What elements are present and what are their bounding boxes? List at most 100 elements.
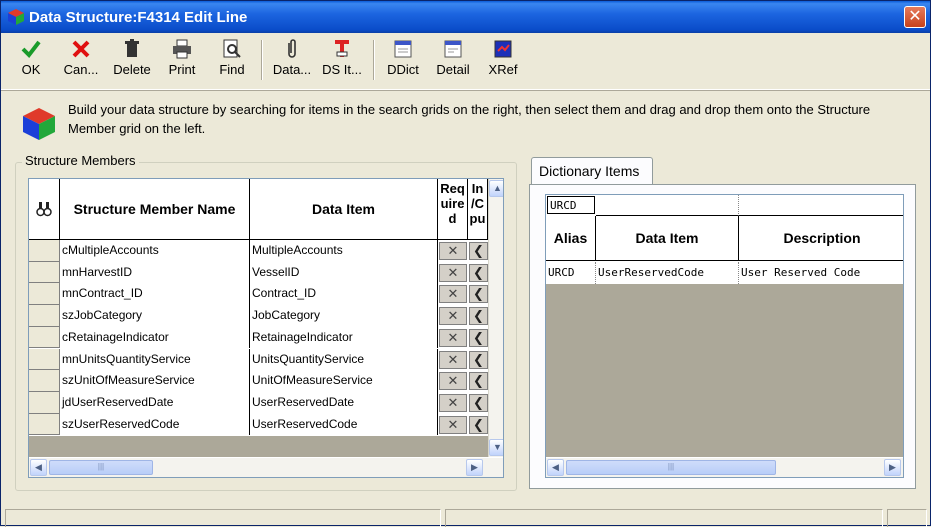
data-item-cell[interactable]: UnitOfMeasureService — [250, 370, 438, 392]
paperclip-icon — [288, 39, 296, 58]
member-name-cell[interactable]: mnContract_ID — [60, 283, 250, 306]
data-item-header[interactable]: Data Item — [250, 179, 438, 240]
row-selector[interactable] — [29, 283, 60, 306]
member-name-cell[interactable]: mnHarvestID — [60, 261, 250, 284]
dictionary-items-hscroll[interactable]: ◀ ||| ▶ — [546, 458, 903, 477]
scroll-up-icon[interactable]: ▲ — [489, 180, 503, 197]
cancel-x-icon — [72, 40, 90, 58]
print-button[interactable]: Print — [163, 38, 201, 84]
scroll-thumb[interactable]: ||| — [49, 460, 153, 475]
io-toggle-icon[interactable]: ❮ — [469, 263, 488, 282]
ddict-button[interactable]: DDict — [383, 38, 423, 84]
dict-item-cell[interactable]: UserReservedCode — [596, 262, 739, 284]
data-item-cell[interactable]: UserReservedDate — [250, 391, 438, 414]
member-name-cell[interactable]: szUserReservedCode — [60, 413, 250, 436]
column-chooser-header[interactable] — [29, 179, 60, 240]
io-header[interactable]: In /C pu — [468, 179, 488, 240]
alias-header[interactable]: Alias — [546, 216, 596, 261]
required-checkbox[interactable]: ✕ — [439, 372, 467, 391]
detail-button[interactable]: Detail — [433, 38, 473, 84]
scroll-left-icon[interactable]: ◀ — [547, 459, 564, 476]
item-search-cell[interactable] — [596, 195, 739, 216]
member-name-cell[interactable]: szJobCategory — [60, 305, 250, 327]
member-name-cell[interactable]: szUnitOfMeasureService — [60, 370, 250, 392]
member-name-cell[interactable]: mnUnitsQuantityService — [60, 348, 250, 371]
ds-item-button[interactable]: DS It... — [319, 38, 365, 84]
window-title: Data Structure:F4314 Edit Line — [29, 9, 248, 26]
description-search-cell[interactable] — [739, 195, 903, 216]
delete-button[interactable]: Delete — [109, 38, 155, 84]
member-name-cell[interactable]: jdUserReservedDate — [60, 391, 250, 414]
tab-dictionary-items[interactable]: Dictionary Items — [531, 157, 653, 185]
io-toggle-icon[interactable]: ❮ — [469, 393, 488, 412]
required-checkbox[interactable]: ✕ — [439, 328, 467, 347]
row-selector[interactable] — [29, 261, 60, 284]
required-checkbox[interactable]: ✕ — [439, 415, 467, 434]
data-item-cell[interactable]: RetainageIndicator — [250, 326, 438, 349]
cancel-button[interactable]: Can... — [59, 38, 103, 84]
scroll-down-icon[interactable]: ▼ — [489, 439, 503, 456]
ok-button[interactable]: OK — [13, 38, 49, 84]
required-header[interactable]: Req uire d — [438, 179, 468, 240]
data-structure-cube-icon — [23, 108, 55, 140]
row-selector[interactable] — [29, 326, 60, 349]
dictionary-items-grid: Alias Data Item Description URCDUserRese… — [545, 194, 904, 478]
required-checkbox[interactable]: ✕ — [439, 242, 467, 260]
io-toggle-icon[interactable]: ❮ — [469, 328, 488, 347]
io-toggle-icon[interactable]: ❮ — [469, 242, 488, 260]
row-selector[interactable] — [29, 391, 60, 414]
io-toggle-icon[interactable]: ❮ — [469, 350, 488, 369]
dict-alias-cell[interactable]: URCD — [546, 262, 596, 284]
find-icon — [223, 39, 241, 58]
row-selector[interactable] — [29, 240, 60, 262]
data-item-cell[interactable]: MultipleAccounts — [250, 240, 438, 262]
io-toggle-icon[interactable]: ❮ — [469, 415, 488, 434]
data-button[interactable]: Data... — [269, 38, 315, 84]
data-item-cell[interactable]: UserReservedCode — [250, 413, 438, 436]
ok-label: OK — [21, 62, 41, 77]
structure-members-hscroll[interactable]: ◀ ||| ▶ — [29, 458, 503, 477]
row-selector[interactable] — [29, 348, 60, 371]
required-checkbox[interactable]: ✕ — [439, 393, 467, 412]
find-label: Find — [219, 62, 245, 77]
scroll-right-icon[interactable]: ▶ — [466, 459, 483, 476]
member-name-cell[interactable]: cRetainageIndicator — [60, 326, 250, 349]
row-selector[interactable] — [29, 370, 60, 392]
checkmark-icon — [21, 40, 41, 59]
find-button[interactable]: Find — [213, 38, 251, 84]
required-checkbox[interactable]: ✕ — [439, 350, 467, 369]
grid-empty-area — [29, 436, 488, 457]
description-header[interactable]: Description — [739, 216, 903, 261]
io-toggle-icon[interactable]: ❮ — [469, 307, 488, 326]
structure-members-vscroll[interactable]: ▲ ▼ — [488, 179, 503, 457]
toolbar-separator — [373, 40, 375, 80]
required-checkbox[interactable]: ✕ — [439, 263, 467, 282]
printer-icon — [173, 39, 191, 59]
alias-search-input[interactable] — [547, 196, 595, 214]
dict-data-item-header[interactable]: Data Item — [596, 216, 739, 261]
xref-icon — [494, 40, 512, 58]
row-selector[interactable] — [29, 413, 60, 436]
scroll-thumb[interactable]: ||| — [566, 460, 776, 475]
close-button[interactable]: ✕ — [904, 6, 926, 28]
data-item-cell[interactable]: VesselID — [250, 261, 438, 284]
xref-button[interactable]: XRef — [483, 38, 523, 84]
data-item-cell[interactable]: JobCategory — [250, 305, 438, 327]
row-selector[interactable] — [29, 305, 60, 327]
edit-line-window: Data Structure:F4314 Edit Line ✕ OK Can.… — [0, 0, 931, 527]
member-name-cell[interactable]: cMultipleAccounts — [60, 240, 250, 262]
member-name-header[interactable]: Structure Member Name — [60, 179, 250, 240]
scroll-left-icon[interactable]: ◀ — [30, 459, 47, 476]
io-toggle-icon[interactable]: ❮ — [469, 285, 488, 304]
detail-label: Detail — [436, 62, 470, 77]
data-item-cell[interactable]: Contract_ID — [250, 283, 438, 306]
required-checkbox[interactable]: ✕ — [439, 307, 467, 326]
io-toggle-icon[interactable]: ❮ — [469, 372, 488, 391]
xref-label: XRef — [488, 62, 518, 77]
required-checkbox[interactable]: ✕ — [439, 285, 467, 304]
scroll-right-icon[interactable]: ▶ — [884, 459, 901, 476]
data-item-cell[interactable]: UnitsQuantityService — [250, 348, 438, 371]
structure-members-label: Structure Members — [22, 153, 139, 168]
status-pane — [445, 509, 883, 527]
dict-description-cell[interactable]: User Reserved Code — [739, 262, 903, 284]
